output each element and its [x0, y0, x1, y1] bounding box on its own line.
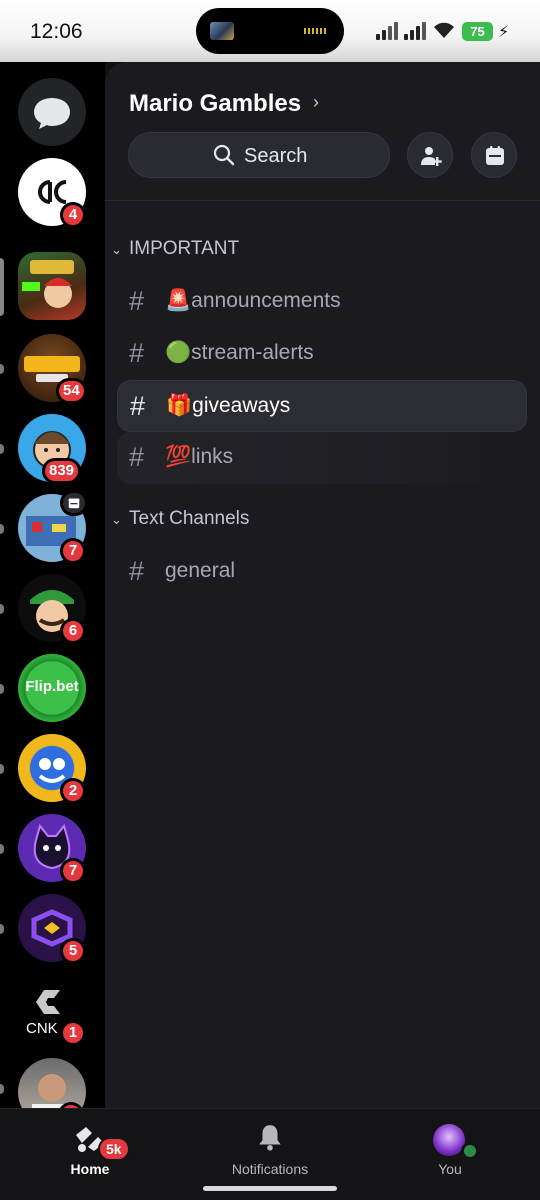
- category-label: Text Channels: [129, 508, 250, 529]
- search-label: Search: [244, 145, 308, 167]
- charging-bolt-icon: ⚡: [498, 24, 510, 41]
- search-icon: [213, 144, 235, 166]
- server-rail: 4 54 839 7 6 Flip.bet 2 7 5 CNK 1: [0, 62, 105, 1108]
- flip-bet-logo-text: Flip.bet: [25, 678, 79, 695]
- add-user-icon: [421, 147, 442, 166]
- calendar-icon: [486, 146, 504, 165]
- chevron-down-icon: ⌄: [111, 512, 122, 527]
- hashtag-icon: #: [130, 391, 146, 421]
- search-button[interactable]: Search: [128, 132, 390, 178]
- home-unread-badge: 5k: [98, 1137, 130, 1161]
- hashtag-icon: #: [129, 286, 145, 316]
- unread-indicator: [0, 684, 4, 694]
- channel-panel: Mario Gambles › Search ⌄ IMPORTANT # 🚨ann…: [105, 62, 540, 1108]
- active-server-indicator: [0, 258, 4, 316]
- unread-indicator: [0, 364, 4, 374]
- unread-indicator: [0, 1084, 4, 1094]
- channel-label: 💯links: [165, 445, 234, 468]
- home-indicator: [203, 1186, 337, 1191]
- unread-badge: 54: [56, 378, 87, 404]
- server-name[interactable]: Mario Gambles: [129, 90, 301, 118]
- tab-notifications[interactable]: Notifications: [210, 1109, 330, 1189]
- channel-links[interactable]: # 💯links: [117, 432, 527, 484]
- chevron-right-icon[interactable]: ›: [313, 92, 319, 113]
- unread-badge: 6: [60, 618, 86, 644]
- events-button[interactable]: [471, 132, 517, 178]
- tab-home[interactable]: 5k Home: [30, 1109, 150, 1189]
- unread-badge: 4: [60, 202, 86, 228]
- server-icon-flip-bet[interactable]: Flip.bet: [18, 654, 86, 722]
- header-divider: [105, 200, 540, 201]
- tab-label: Notifications: [231, 1161, 309, 1177]
- unread-indicator: [0, 444, 4, 454]
- gift-emoji-icon: 🎁: [166, 394, 193, 417]
- server-icon-mario-gambles[interactable]: [18, 252, 86, 320]
- mario-gambles-logo-icon: [22, 260, 74, 308]
- server-icon-duma-town[interactable]: 54: [18, 334, 87, 404]
- unread-indicator: [0, 924, 4, 934]
- server-icon-pixel[interactable]: 7: [18, 490, 88, 564]
- channel-announcements[interactable]: # 🚨announcements: [117, 276, 527, 328]
- unread-badge: 1: [60, 1020, 86, 1046]
- server-icon-cat[interactable]: 7: [18, 814, 86, 884]
- server-icon-luigi[interactable]: 6: [18, 574, 86, 644]
- channel-label: 🎁giveaways: [166, 394, 291, 417]
- category-label: IMPORTANT: [129, 238, 240, 259]
- cell-signal-icon: [376, 22, 402, 40]
- server-icon-smiley[interactable]: 2: [18, 734, 86, 804]
- channel-general[interactable]: # general: [117, 546, 527, 598]
- unread-badge: 7: [60, 538, 86, 564]
- channel-giveaways[interactable]: # 🎁giveaways: [117, 380, 527, 432]
- hashtag-icon: #: [129, 556, 145, 586]
- category-important[interactable]: ⌄ IMPORTANT: [111, 238, 239, 260]
- dynamic-island: [196, 8, 344, 54]
- invite-members-button[interactable]: [407, 132, 453, 178]
- cell-signal-2-icon: [404, 22, 430, 40]
- status-time: 12:06: [30, 20, 83, 43]
- unread-indicator: [0, 844, 4, 854]
- cnk-logo-text: CNK: [26, 1020, 58, 1037]
- channel-label: general: [165, 559, 236, 582]
- tab-label: You: [438, 1161, 462, 1177]
- category-text-channels[interactable]: ⌄ Text Channels: [111, 508, 249, 530]
- server-icon-cnk[interactable]: CNK 1: [18, 980, 86, 1048]
- status-bar: 12:06 75 ⚡: [0, 0, 540, 62]
- audio-waveform-icon: [304, 28, 326, 34]
- person-photo-icon: [32, 1074, 72, 1108]
- channel-label: 🟢stream-alerts: [165, 341, 314, 364]
- unread-indicator: [0, 604, 4, 614]
- direct-messages-button[interactable]: [18, 78, 86, 146]
- unread-badge: 7: [60, 858, 86, 884]
- chat-bubble-icon: [34, 98, 70, 129]
- server-icon-avatar[interactable]: 839: [18, 414, 86, 484]
- green-circle-emoji-icon: 🟢: [165, 341, 192, 364]
- unread-indicator: [0, 764, 4, 774]
- hashtag-icon: #: [129, 442, 145, 472]
- chevron-down-icon: ⌄: [111, 242, 122, 257]
- siren-emoji-icon: 🚨: [165, 289, 192, 312]
- unread-badge: 5: [60, 938, 86, 964]
- channel-label: 🚨announcements: [165, 289, 341, 312]
- event-calendar-icon: [60, 490, 88, 516]
- channel-stream-alerts[interactable]: # 🟢stream-alerts: [117, 328, 527, 380]
- unread-indicator: [0, 524, 4, 534]
- bell-icon: [259, 1125, 281, 1151]
- tab-label: Home: [70, 1161, 110, 1177]
- unread-badge: 2: [60, 778, 86, 804]
- hundred-emoji-icon: 💯: [165, 445, 192, 468]
- server-icon-ac[interactable]: 4: [18, 158, 86, 228]
- wifi-icon: [434, 22, 454, 38]
- battery-icon: 75: [462, 22, 493, 41]
- server-icon-photo[interactable]: [18, 1058, 86, 1108]
- hashtag-icon: #: [129, 338, 145, 368]
- unread-badge: 839: [42, 458, 82, 484]
- server-icon-purple[interactable]: 5: [18, 894, 86, 964]
- tab-you[interactable]: You: [390, 1109, 510, 1189]
- media-thumbnail: [210, 22, 234, 40]
- online-status-icon: [461, 1142, 479, 1160]
